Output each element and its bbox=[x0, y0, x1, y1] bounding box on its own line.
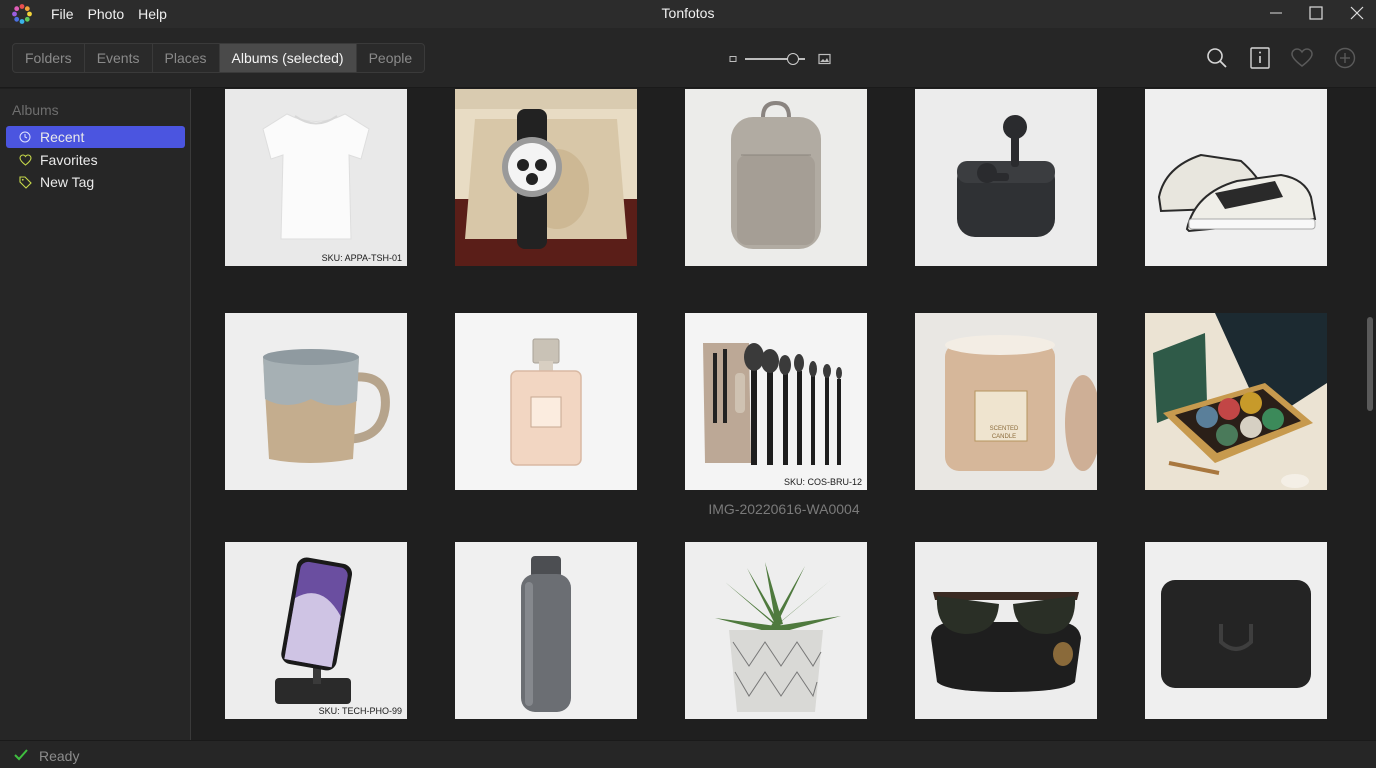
status-bar: Ready bbox=[0, 740, 1376, 768]
makeup-brushes-image bbox=[685, 313, 867, 490]
tab-folders[interactable]: Folders bbox=[13, 44, 85, 72]
slider-thumb[interactable] bbox=[787, 53, 799, 65]
watch-image bbox=[455, 89, 637, 266]
mug-image bbox=[225, 313, 407, 490]
status-text: Ready bbox=[39, 748, 80, 764]
laptop-sleeve-image bbox=[1145, 542, 1327, 719]
photo-thumbnail[interactable] bbox=[225, 313, 407, 490]
photo-thumbnail[interactable]: SCENTED CANDLE bbox=[915, 313, 1097, 490]
tab-people[interactable]: People bbox=[357, 44, 425, 72]
clock-icon bbox=[18, 130, 32, 144]
tea-gift-box-image bbox=[1145, 313, 1327, 490]
tab-albums[interactable]: Albums (selected) bbox=[219, 44, 357, 72]
small-image-icon bbox=[729, 56, 737, 62]
checkmark-icon bbox=[14, 749, 28, 761]
menu-bar: File Photo Help bbox=[44, 0, 174, 28]
phone-image bbox=[225, 542, 407, 719]
photo-thumbnail[interactable]: SKU: TECH-PHO-99 bbox=[225, 542, 407, 719]
toolbar: Folders Events Places Albums (selected) … bbox=[0, 28, 1376, 88]
sku-label: SKU: COS-BRU-12 bbox=[783, 477, 862, 487]
perfume-image bbox=[455, 313, 637, 490]
candle-label: SCENTED CANDLE bbox=[989, 426, 1019, 440]
water-bottle-image bbox=[455, 542, 637, 719]
photo-thumbnail[interactable] bbox=[455, 313, 637, 490]
sidebar: Albums Recent Favorites New Tag bbox=[0, 89, 191, 740]
vertical-scrollbar[interactable] bbox=[1367, 317, 1373, 411]
maximize-icon bbox=[1309, 6, 1323, 20]
app-logo-icon bbox=[12, 4, 32, 24]
backpack-image bbox=[685, 89, 867, 266]
large-image-icon bbox=[818, 53, 831, 65]
menu-file[interactable]: File bbox=[44, 0, 81, 28]
sneakers-image bbox=[1145, 89, 1327, 266]
search-icon[interactable] bbox=[1205, 46, 1229, 70]
photo-filename-caption: IMG-20220616-WA0004 bbox=[708, 501, 860, 517]
photo-thumbnail[interactable] bbox=[1145, 542, 1327, 719]
photo-thumbnail[interactable]: SKU: COS-BRU-12 bbox=[685, 313, 867, 490]
info-icon[interactable] bbox=[1248, 46, 1272, 70]
heart-icon[interactable] bbox=[1290, 46, 1314, 70]
photo-thumbnail[interactable] bbox=[455, 542, 637, 719]
photo-thumbnail[interactable] bbox=[685, 89, 867, 266]
title-bar: File Photo Help Tonfotos bbox=[0, 0, 1376, 28]
sku-label: SKU: APPA-TSH-01 bbox=[321, 253, 402, 263]
tag-icon bbox=[18, 175, 32, 189]
thumbnail-size-slider[interactable] bbox=[729, 52, 833, 66]
tshirt-image bbox=[225, 89, 407, 266]
sidebar-item-recent[interactable]: Recent bbox=[6, 126, 185, 148]
menu-photo[interactable]: Photo bbox=[81, 0, 132, 28]
sidebar-item-label: New Tag bbox=[40, 174, 95, 190]
heart-icon bbox=[18, 153, 32, 167]
photo-thumbnail[interactable] bbox=[455, 89, 637, 266]
photo-thumbnail[interactable] bbox=[1145, 89, 1327, 266]
sidebar-item-new-tag[interactable]: New Tag bbox=[6, 171, 185, 193]
minimize-icon bbox=[1270, 12, 1282, 14]
sku-label: SKU: TECH-PHO-99 bbox=[318, 706, 402, 716]
window-title: Tonfotos bbox=[661, 5, 715, 21]
tab-events[interactable]: Events bbox=[85, 44, 153, 72]
sidebar-item-label: Recent bbox=[40, 129, 85, 145]
photo-grid: SKU: APPA-TSH-01 SKU: COS-BRU-12 SCENTED… bbox=[192, 89, 1376, 740]
photo-thumbnail[interactable]: SKU: APPA-TSH-01 bbox=[225, 89, 407, 266]
sidebar-item-label: Favorites bbox=[40, 152, 98, 168]
add-icon[interactable] bbox=[1333, 46, 1357, 70]
menu-help[interactable]: Help bbox=[131, 0, 174, 28]
close-icon bbox=[1350, 6, 1364, 20]
candle-image bbox=[915, 313, 1097, 490]
sidebar-header: Albums bbox=[12, 102, 59, 118]
photo-thumbnail[interactable] bbox=[915, 542, 1097, 719]
view-tabs: Folders Events Places Albums (selected) … bbox=[12, 43, 426, 73]
photo-thumbnail[interactable] bbox=[685, 542, 867, 719]
maximize-button[interactable] bbox=[1293, 0, 1339, 26]
sunglasses-image bbox=[915, 542, 1097, 719]
sidebar-item-favorites[interactable]: Favorites bbox=[6, 149, 185, 171]
succulent-image bbox=[685, 542, 867, 719]
close-button[interactable] bbox=[1334, 0, 1376, 26]
photo-thumbnail[interactable] bbox=[1145, 313, 1327, 490]
tab-places[interactable]: Places bbox=[153, 44, 220, 72]
earbuds-image bbox=[915, 89, 1097, 266]
photo-thumbnail[interactable] bbox=[915, 89, 1097, 266]
